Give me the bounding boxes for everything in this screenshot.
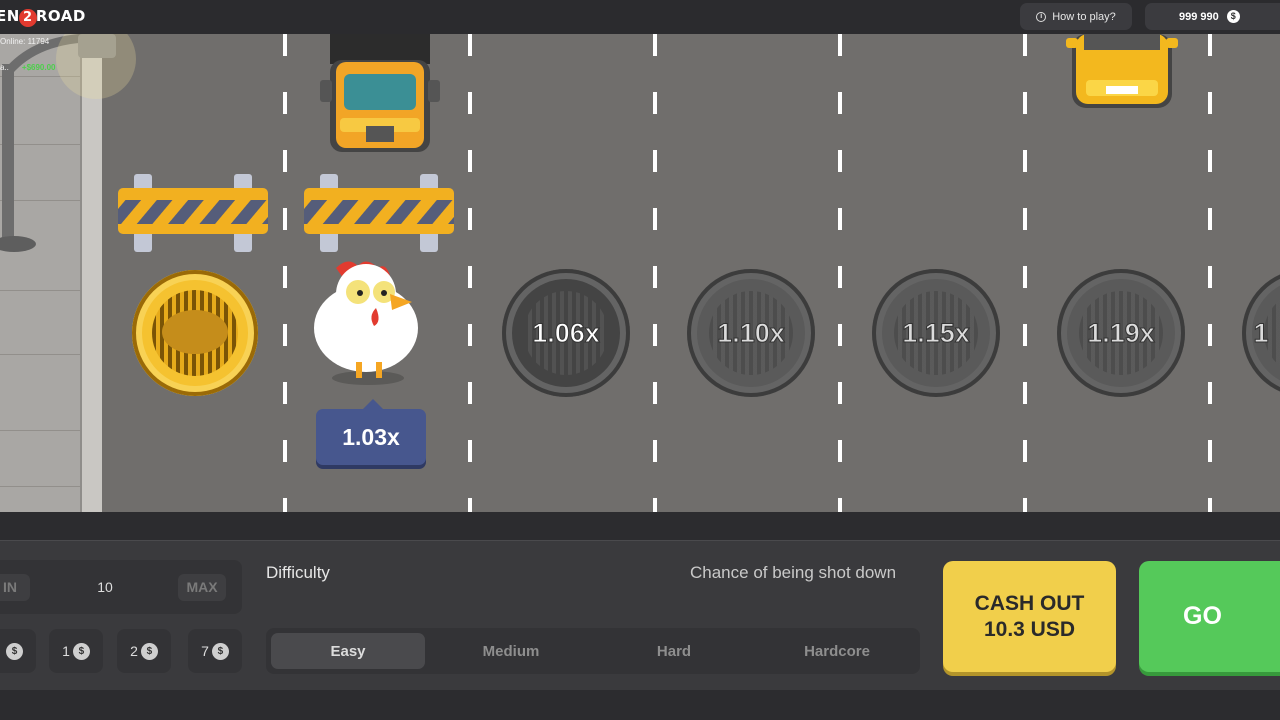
lane-divider bbox=[838, 34, 842, 512]
chicken-icon bbox=[314, 261, 418, 385]
how-to-play-button[interactable]: i How to play? bbox=[1020, 3, 1132, 30]
dollar-coin-icon: $ bbox=[1226, 10, 1240, 23]
quick-bet-label: 2 bbox=[130, 643, 138, 659]
cash-out-label: CASH OUT bbox=[974, 591, 1085, 615]
difficulty-hardcore-tab[interactable]: Hardcore bbox=[760, 633, 914, 669]
brick-line bbox=[0, 486, 80, 487]
go-button[interactable]: GO bbox=[1139, 561, 1280, 672]
logo-suffix: ROAD bbox=[35, 7, 86, 25]
golden-manhole-icon bbox=[132, 270, 258, 396]
game-logo: EN 2 ROAD bbox=[0, 7, 86, 27]
lane-divider bbox=[1023, 34, 1027, 512]
quick-bet-button[interactable]: 1 $ bbox=[49, 629, 103, 673]
truck-icon bbox=[320, 34, 440, 152]
multiplier-manhole[interactable]: 1.06x bbox=[502, 269, 630, 397]
online-count: Online: 11794 bbox=[0, 37, 50, 46]
road-barrier-icon bbox=[304, 174, 454, 252]
multiplier-manhole[interactable]: 1.15x bbox=[872, 269, 1000, 397]
multiplier-manhole[interactable]: 1 bbox=[1242, 269, 1280, 397]
last-win-user: a.. bbox=[0, 63, 9, 72]
lane-divider bbox=[283, 34, 287, 512]
dollar-coin-icon: $ bbox=[6, 642, 23, 660]
last-win-amount: +$690.00 bbox=[21, 63, 56, 72]
dollar-coin-icon: $ bbox=[140, 642, 158, 660]
bet-min-button[interactable]: IN bbox=[0, 574, 30, 601]
lane-divider bbox=[1208, 34, 1212, 512]
multiplier-label: 1.19x bbox=[1087, 317, 1156, 348]
brick-line bbox=[0, 290, 80, 291]
difficulty-selector: Easy Medium Hard Hardcore bbox=[266, 628, 920, 674]
quick-bet-label: 1 bbox=[62, 643, 70, 659]
roasted-chicken-icon bbox=[162, 310, 228, 354]
dollar-coin-icon: $ bbox=[211, 642, 229, 660]
multiplier-label: 1 bbox=[1253, 317, 1269, 348]
logo-two: 2 bbox=[18, 9, 37, 27]
bet-amount-box: IN 10 MAX bbox=[0, 560, 242, 614]
dollar-coin-icon: $ bbox=[72, 642, 90, 660]
multiplier-manhole[interactable]: 1.10x bbox=[687, 269, 815, 397]
difficulty-medium-tab[interactable]: Medium bbox=[434, 633, 588, 669]
road-barrier-icon bbox=[118, 174, 268, 252]
multiplier-label: 1.15x bbox=[902, 317, 971, 348]
lane-divider bbox=[468, 34, 472, 512]
taxi-car-icon bbox=[1066, 34, 1178, 108]
quick-bet-button[interactable]: 2 $ bbox=[117, 629, 171, 673]
bet-max-button[interactable]: MAX bbox=[178, 574, 226, 601]
control-panel: IN 10 MAX $ 1 $ 2 $ 7 $ Difficulty Chanc… bbox=[0, 512, 1280, 720]
chance-label: Chance of being shot down bbox=[690, 563, 897, 582]
difficulty-hard-tab[interactable]: Hard bbox=[597, 633, 751, 669]
logo-prefix: EN bbox=[0, 7, 20, 25]
lane-divider bbox=[653, 34, 657, 512]
multiplier-label: 1.10x bbox=[717, 317, 786, 348]
info-icon: i bbox=[1036, 11, 1047, 22]
sidewalk bbox=[0, 34, 136, 512]
balance-amount: 999 990 bbox=[1179, 10, 1219, 23]
brick-line bbox=[0, 354, 80, 355]
brick-line bbox=[0, 430, 80, 431]
cash-out-button[interactable]: CASH OUT 10.3 USD bbox=[943, 561, 1116, 672]
current-multiplier-marker: 1.03x bbox=[316, 399, 426, 465]
multiplier-label: 1.06x bbox=[532, 317, 601, 348]
quick-bet-label: 7 bbox=[201, 643, 209, 659]
bet-amount-input[interactable]: 10 bbox=[80, 574, 130, 601]
top-bar: EN 2 ROAD i How to play? 999 990 $ bbox=[0, 0, 1280, 34]
last-win-row: a.. +$690.00 bbox=[0, 63, 56, 72]
balance-display: 999 990 $ bbox=[1145, 3, 1280, 30]
difficulty-label: Difficulty bbox=[266, 563, 330, 582]
how-to-play-label: How to play? bbox=[1052, 10, 1116, 23]
quick-bet-button[interactable]: 7 $ bbox=[188, 629, 242, 673]
game-board: Online: 11794 a.. +$690.00 1.03x 1.06x 1… bbox=[0, 34, 1280, 512]
multiplier-manhole[interactable]: 1.19x bbox=[1057, 269, 1185, 397]
difficulty-easy-tab[interactable]: Easy bbox=[271, 633, 425, 669]
cash-out-amount: 10.3 USD bbox=[983, 617, 1076, 641]
quick-bet-button[interactable]: $ bbox=[0, 629, 36, 673]
